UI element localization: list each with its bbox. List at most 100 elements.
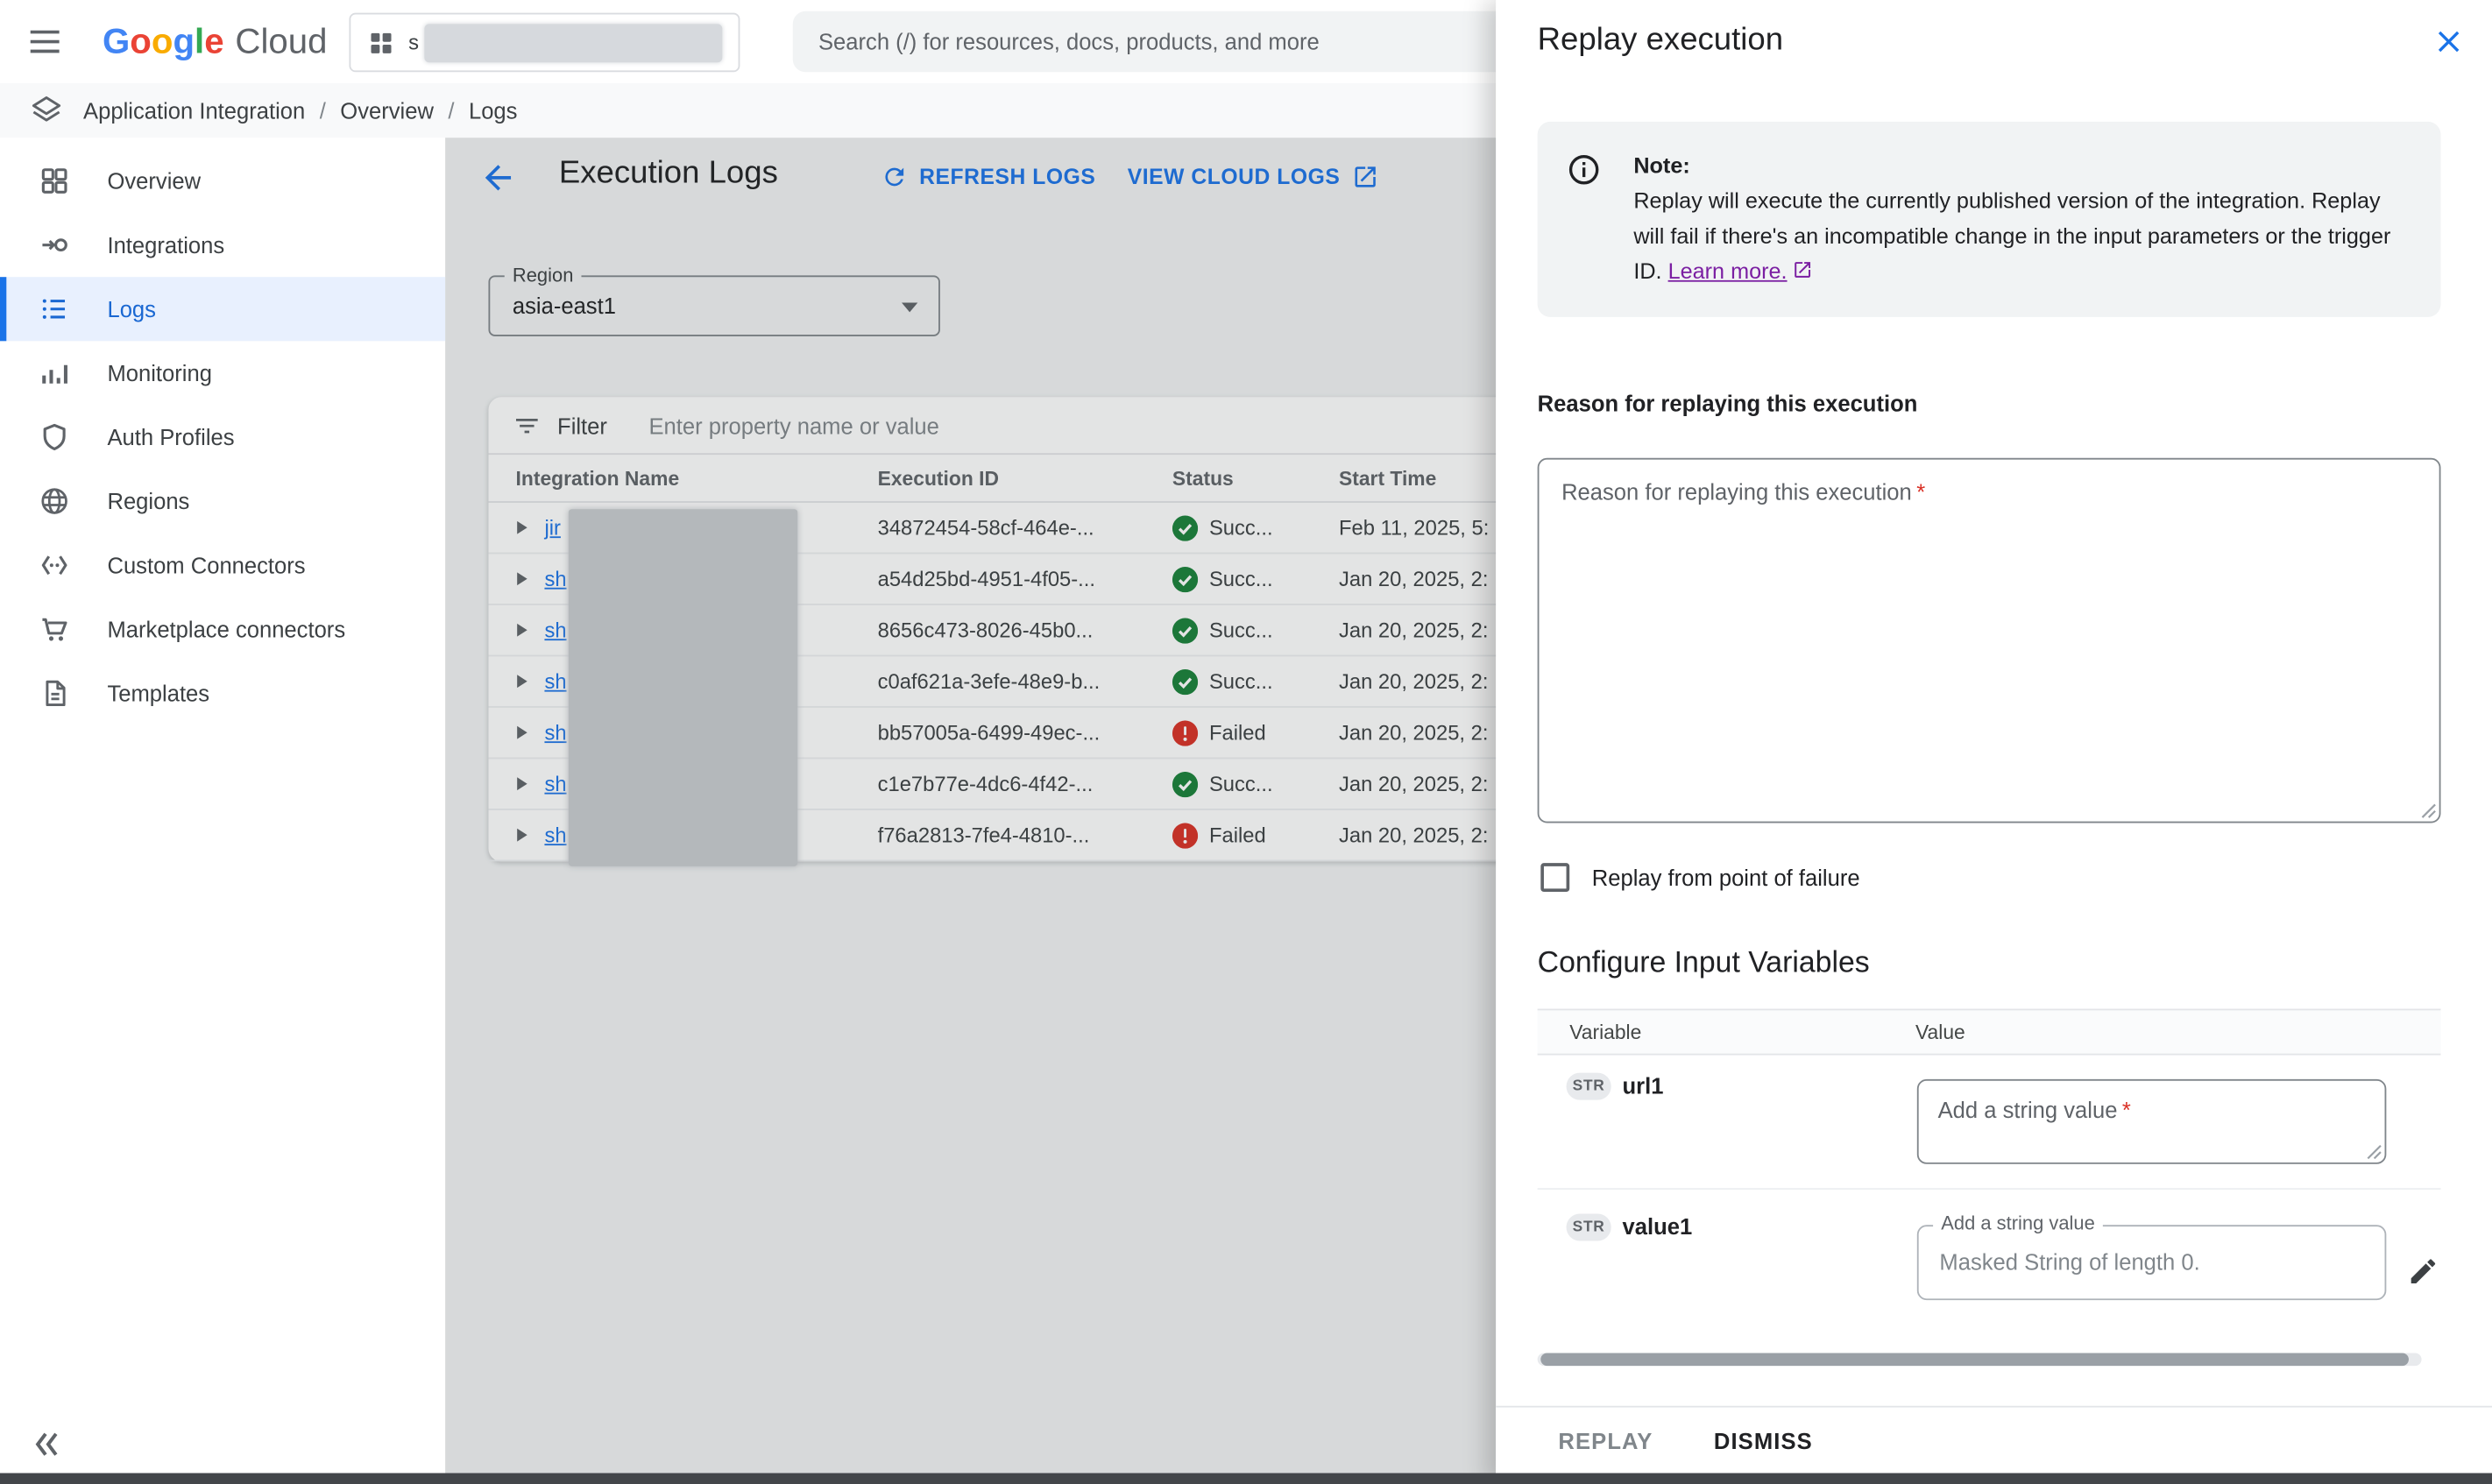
page-title: Execution Logs (559, 155, 778, 192)
refresh-logs-button[interactable]: REFRESH LOGS (881, 163, 1095, 190)
dashboard-icon (39, 165, 71, 197)
sidebar-item-logs[interactable]: Logs (0, 277, 445, 341)
region-select[interactable]: Region asia-east1 (488, 275, 939, 336)
sidebar-item-label: Integrations (107, 232, 224, 258)
value1-value-field[interactable]: Masked String of length 0. (1917, 1225, 2387, 1300)
resize-handle-icon[interactable] (2366, 1143, 2382, 1159)
info-icon (1567, 152, 1602, 187)
view-cloud-logs-button[interactable]: VIEW CLOUD LOGS (1128, 163, 1379, 190)
sidebar-item-label: Logs (107, 296, 155, 322)
status-label: Succ... (1209, 772, 1273, 795)
expand-row-icon[interactable] (516, 571, 530, 587)
status-icon (1172, 566, 1198, 591)
back-arrow-button[interactable] (479, 159, 518, 197)
integration-name-link[interactable]: sh (544, 720, 566, 744)
filter-placeholder: Enter property name or value (648, 413, 938, 438)
integration-name-link[interactable]: sh (544, 618, 566, 642)
filter-icon (513, 411, 542, 440)
note-text: Note: Replay will execute the currently … (1633, 149, 2409, 290)
logo-letter: G (103, 21, 130, 63)
resize-handle-icon[interactable] (2420, 802, 2436, 818)
type-chip-str: STR (1567, 1073, 1611, 1100)
replay-execution-panel: Replay execution Note: Replay will execu… (1496, 0, 2492, 1484)
logs-icon (39, 293, 71, 325)
expand-row-icon[interactable] (516, 827, 530, 843)
refresh-icon (881, 163, 908, 190)
search-placeholder: Search (/) for resources, docs, products… (818, 29, 1320, 54)
variable-name: value1 (1623, 1213, 1693, 1239)
sidebar-item-auth-profiles[interactable]: Auth Profiles (0, 405, 445, 469)
url1-value-textarea[interactable]: Add a string value* (1917, 1079, 2387, 1164)
expand-row-icon[interactable] (516, 776, 530, 792)
value-field-label: Add a string value (1933, 1212, 2103, 1235)
region-select-value: asia-east1 (513, 277, 616, 335)
filter-input[interactable]: Filter Enter property name or value (488, 397, 1531, 455)
horizontal-scrollbar[interactable] (1538, 1353, 2422, 1366)
breadcrumb-separator: / (320, 97, 326, 123)
column-value: Value (1915, 1021, 2441, 1043)
collapse-nav-icon[interactable] (25, 1424, 67, 1466)
type-chip-str: STR (1567, 1213, 1611, 1240)
note-callout: Note: Replay will execute the currently … (1538, 122, 2441, 317)
sidebar-item-monitoring[interactable]: Monitoring (0, 341, 445, 405)
replay-button[interactable]: REPLAY (1558, 1427, 1653, 1452)
integration-name-link[interactable]: sh (544, 772, 566, 795)
variable-name: url1 (1623, 1073, 1664, 1099)
breadcrumb-item-application-integration[interactable]: Application Integration (83, 97, 305, 123)
expand-row-icon[interactable] (516, 519, 530, 535)
integration-name-link[interactable]: sh (544, 823, 566, 846)
reason-textarea[interactable]: Reason for replaying this execution* (1538, 458, 2441, 823)
logo-letter: g (173, 21, 195, 63)
column-integration-name: Integration Name (516, 467, 878, 490)
execution-id: 8656c473-8026-45b0... (878, 618, 1172, 642)
expand-row-icon[interactable] (516, 674, 530, 689)
custom-connectors-icon (39, 549, 71, 582)
breadcrumb-item-overview[interactable]: Overview (340, 97, 434, 123)
logo-letter: e (204, 21, 223, 63)
breadcrumb-separator: / (448, 97, 454, 123)
required-marker: * (2122, 1097, 2131, 1122)
status-icon (1172, 771, 1198, 796)
integration-name-link[interactable]: jir (544, 516, 560, 540)
sidebar-item-custom-connectors[interactable]: Custom Connectors (0, 534, 445, 597)
scrollbar-thumb[interactable] (1540, 1353, 2409, 1366)
status-icon (1172, 823, 1198, 848)
expand-row-icon[interactable] (516, 622, 530, 638)
value-placeholder: Add a string value (1938, 1097, 2118, 1122)
menu-icon[interactable] (25, 23, 64, 61)
dismiss-button[interactable]: DISMISS (1714, 1427, 1813, 1452)
integration-name-link[interactable]: sh (544, 669, 566, 693)
status-icon (1172, 618, 1198, 643)
sidebar-item-integrations[interactable]: Integrations (0, 213, 445, 277)
sidebar-item-marketplace-connectors[interactable]: Marketplace connectors (0, 597, 445, 661)
redacted-integration-names (569, 509, 797, 866)
replay-from-failure-checkbox[interactable] (1540, 863, 1569, 892)
execution-id: c1e7b77e-4dc6-4f42-... (878, 772, 1172, 795)
close-icon[interactable] (2432, 24, 2467, 59)
screen: Google Cloud s Search (/) for resources,… (0, 0, 2492, 1484)
expand-row-icon[interactable] (516, 724, 530, 740)
edit-pencil-icon[interactable] (2407, 1255, 2439, 1288)
column-variable: Variable (1538, 1021, 1915, 1043)
status-label: Succ... (1209, 618, 1273, 642)
execution-id: bb57005a-6499-49ec-... (878, 720, 1172, 744)
sidebar-item-label: Overview (107, 168, 201, 194)
variable-row-value1: STR value1 Add a string value Masked Str… (1538, 1190, 2441, 1342)
chevron-down-icon (902, 302, 917, 312)
configure-input-variables-heading: Configure Input Variables (1538, 944, 1870, 979)
integration-name-link[interactable]: sh (544, 567, 566, 590)
redacted-project-name (423, 24, 722, 62)
reason-section-heading: Reason for replaying this execution (1538, 391, 1918, 416)
sidebar-item-overview[interactable]: Overview (0, 149, 445, 213)
bottom-edge-strip (0, 1473, 2492, 1484)
status-icon (1172, 515, 1198, 541)
sidebar-item-regions[interactable]: Regions (0, 470, 445, 534)
learn-more-link[interactable]: Learn more. (1668, 259, 1788, 283)
filter-label: Filter (557, 413, 607, 438)
external-link-icon (1351, 163, 1378, 190)
project-picker-button[interactable]: s (349, 13, 740, 73)
search-input[interactable]: Search (/) for resources, docs, products… (793, 11, 1546, 72)
status-label: Succ... (1209, 516, 1273, 540)
sidebar-item-templates[interactable]: Templates (0, 661, 445, 725)
templates-icon (39, 677, 71, 710)
